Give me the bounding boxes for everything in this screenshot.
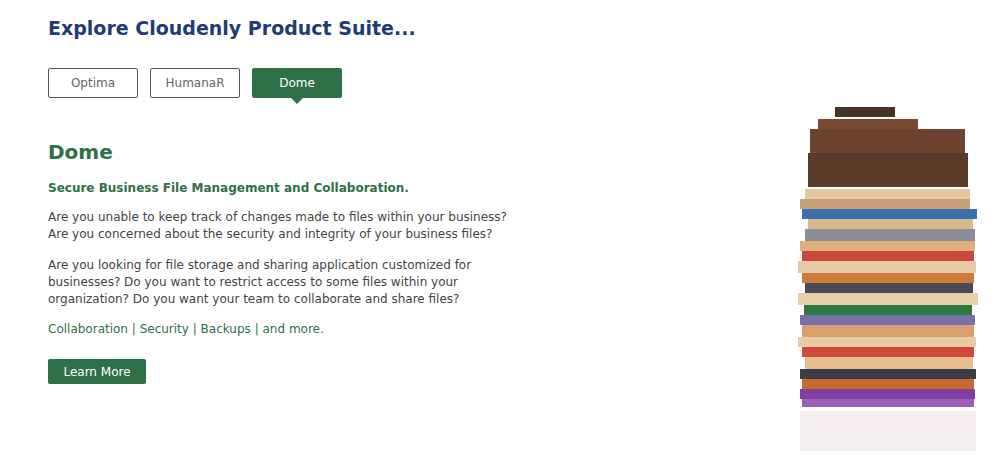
file-stack-image: [780, 105, 980, 460]
product-description: Are you unable to keep track of changes …: [48, 209, 518, 243]
feature-tagline: Collaboration | Security | Backups | and…: [48, 321, 324, 338]
product-tab[interactable]: HumanaR: [150, 68, 240, 98]
file-stack-icon: [780, 105, 980, 460]
product-suite-section: Explore Cloudenly Product Suite... Optim…: [0, 0, 1000, 460]
product-content: Explore Cloudenly Product Suite... Optim…: [48, 0, 518, 460]
product-tabs: Optima HumanaR Dome: [48, 68, 342, 98]
product-title: Dome: [48, 140, 113, 164]
product-subtitle: Secure Business File Management and Coll…: [48, 180, 409, 197]
product-tab[interactable]: Dome: [252, 68, 342, 98]
product-tab[interactable]: Optima: [48, 68, 138, 98]
section-heading: Explore Cloudenly Product Suite...: [48, 16, 416, 40]
product-description: Are you looking for file storage and sha…: [48, 257, 518, 308]
learn-more-button[interactable]: Learn More: [48, 359, 146, 384]
